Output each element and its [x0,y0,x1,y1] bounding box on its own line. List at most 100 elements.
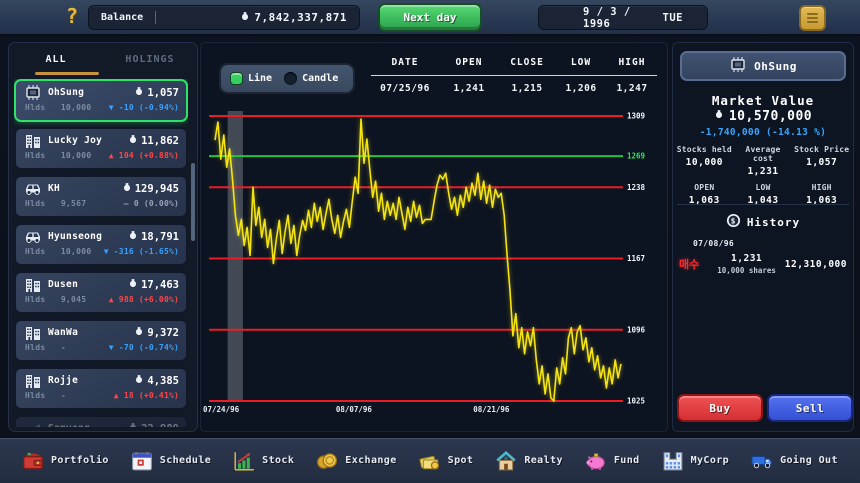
money-bag-icon [134,374,144,388]
svg-text:$: $ [730,217,736,226]
sidebar-tabs: ALL HOLINGS [9,43,197,76]
tab-holdings[interactable]: HOLINGS [103,43,197,76]
stock-name: Lucky Joy [48,135,102,146]
stock-price: 17,463 [128,278,179,292]
money-bag-icon [122,182,132,196]
stock-price: 22,989 [128,422,179,428]
stock-price: 4,385 [134,374,179,388]
stock-list-item[interactable]: KH129,945Hlds 9,567— 0 (0.00%) [14,175,188,218]
stock-price: 18,791 [128,230,179,244]
stock-list-item[interactable]: Samyong22,989Hlds 9,345▼ -614 (-2.61%) [14,415,188,427]
scrollbar-thumb[interactable] [191,163,195,241]
price-gridline-label: 1167 [627,254,645,263]
stock-list-item[interactable]: Rojje4,385Hlds -▲ 18 (+0.41%) [14,367,188,410]
money-bag-icon [714,109,724,124]
money-bag-icon [128,134,138,148]
history-price: 1,231 [717,253,776,264]
price-gridline-label: 1309 [627,112,646,121]
market-value-label: Market Value [673,93,853,108]
nav-mycorp[interactable]: MyCorp [662,450,730,472]
price-line-series [215,119,621,401]
stock-list-item[interactable]: Dusen17,463Hlds 9,045▲ 988 (+6.00%) [14,271,188,314]
nav-exchange[interactable]: Exchange [316,450,396,472]
balance-display: Balance 7,842,337,871 [88,5,360,30]
money-bag-icon [134,326,144,340]
sell-button[interactable]: Sell [767,394,853,422]
buy-button[interactable]: Buy [677,394,763,422]
app: ? Balance 7,842,337,871 Next day 9 / 3 /… [0,0,860,483]
date-axis-label: 08/21/96 [473,405,510,414]
stock-holdings: Hlds 10,000 [25,247,92,256]
nav-label: Realty [524,455,563,466]
car-icon [23,181,42,196]
history-header: $ History [673,213,853,231]
stock-name: OhSung [48,87,84,98]
divider [155,11,156,24]
down-arrow-icon: ▼ [109,103,114,112]
money-bag-icon [128,422,138,428]
nav-spot[interactable]: Spot [419,450,474,472]
stat-value: 1,057 [792,157,851,168]
weekday-value: TUE [663,12,683,24]
money-bag-icon [240,11,250,25]
stock-list-item[interactable]: Hyunseong18,791Hlds 10,000▼ -316 (-1.65%… [14,223,188,266]
nav-label: Schedule [160,455,211,466]
date-axis-label: 07/24/96 [203,405,240,414]
stock-change: ▼ -10 (-0.94%) [109,103,179,112]
stock-name: WanWa [48,327,78,338]
stock-change: ▼ -70 (-0.74%) [109,343,179,352]
company-name: OhSung [754,60,797,73]
stock-change: ▲ 104 (+0.88%) [109,151,179,160]
stock-change: ▼ -316 (-1.65%) [104,247,179,256]
history-date: 07/08/96 [693,239,847,248]
stock-list-item[interactable]: Lucky Joy11,862Hlds 10,000▲ 104 (+0.88%) [14,127,188,170]
stat-label: HIGH [792,183,851,192]
building-icon [23,325,42,340]
stat-label: Stocks held [675,145,734,154]
stock-holdings: Hlds 9,045 [25,295,86,304]
help-icon[interactable]: ? [66,4,78,28]
menu-button[interactable] [799,5,826,31]
nav-portfolio[interactable]: Portfolio [22,450,109,472]
stat-cell: Stock Price1,057 [792,145,851,177]
nav-fund[interactable]: Fund [585,450,640,472]
stock-price: 9,372 [134,326,179,340]
stock-list-item[interactable]: WanWa 9,372 Hlds - ▼ -70 (-0.74%) [14,319,188,362]
money-bag-icon [128,278,138,292]
stock-sidebar: ALL HOLINGS OhSung1,057Hlds 10,000▼ -10 … [8,42,198,432]
stat-cell: Stocks held 10,000 [675,145,734,177]
balance-label: Balance [101,12,143,23]
up-arrow-icon: ▲ [114,391,119,400]
nav-stock[interactable]: Stock [233,450,294,472]
balance-amount: 7,842,337,871 [254,11,347,24]
stock-holdings: Hlds - [25,391,66,400]
nav-label: Exchange [345,455,396,466]
stock-list-item[interactable]: OhSung1,057Hlds 10,000▼ -10 (-0.94%) [14,79,188,122]
price-gridline-label: 1025 [627,397,645,406]
building-icon [23,373,42,388]
nav-schedule[interactable]: Schedule [131,450,211,472]
history-entry: 07/08/96 매수 1,231 10,000 shares 12,310,0… [679,239,847,275]
nav-label: Portfolio [51,455,109,466]
company-button[interactable]: OhSung [680,51,846,81]
down-arrow-icon: ▼ [109,343,114,352]
stat-label: Average cost [734,145,793,163]
stock-price: 129,945 [122,182,179,196]
stat-cell: LOW1,043 [734,183,793,206]
stat-value: 10,000 [675,157,734,168]
nav-going-out[interactable]: Going Out [751,450,838,472]
nav-realty[interactable]: Realty [495,450,563,472]
cash-icon [419,450,441,472]
stat-label: OPEN [675,183,734,192]
market-value: 10,570,000 [673,109,853,124]
price-gridline-label: 1238 [627,183,646,192]
car-icon [23,229,42,244]
stock-stats: Stocks held10,000Average cost1,231Stock … [675,145,851,206]
stock-change: ▲ 18 (+0.41%) [114,391,179,400]
price-chart[interactable]: 13091269123811671096102507/24/9608/07/96… [201,43,669,433]
history-shares: 10,000 shares [717,266,776,275]
building-icon [23,133,42,148]
stock-holdings: Hlds - [25,343,66,352]
next-day-button[interactable]: Next day [378,3,482,32]
history-total: 12,310,000 [785,259,847,270]
